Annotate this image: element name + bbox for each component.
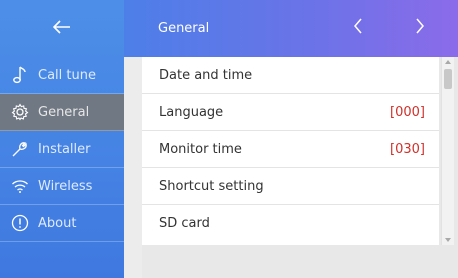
setting-label: SD card <box>159 216 210 231</box>
page-title: General <box>158 21 210 36</box>
setting-label: Language <box>159 104 224 120</box>
sidebar-item-label: Call tune <box>38 67 96 83</box>
setting-row-language[interactable]: Language [000] <box>142 94 439 131</box>
chevron-right-icon <box>414 17 426 39</box>
setting-label: Shortcut setting <box>159 178 264 194</box>
header-bar: General <box>124 0 458 57</box>
back-arrow-icon <box>52 19 71 38</box>
sidebar-item-label: Wireless <box>38 178 93 194</box>
setting-row-monitor-time[interactable]: Monitor time [030] <box>142 131 439 168</box>
sidebar-item-wireless[interactable]: Wireless <box>0 168 124 205</box>
setting-value: [000] <box>390 104 425 120</box>
back-button[interactable] <box>0 0 124 57</box>
scrollbar[interactable] <box>441 57 454 245</box>
gear-icon <box>10 102 30 122</box>
music-note-icon <box>10 65 30 85</box>
info-icon <box>10 213 30 233</box>
settings-panel: Date and time Language [000] Monitor tim… <box>142 57 458 278</box>
chevron-left-icon <box>352 17 364 39</box>
scroll-down-arrow-icon[interactable] <box>442 235 454 245</box>
setting-row-shortcut-setting[interactable]: Shortcut setting <box>142 168 439 205</box>
scroll-up-arrow-icon[interactable] <box>442 57 454 67</box>
prev-button[interactable] <box>346 16 370 40</box>
sidebar-item-call-tune[interactable]: Call tune <box>0 57 124 94</box>
sidebar-item-label: About <box>38 215 77 231</box>
next-button[interactable] <box>408 16 432 40</box>
sidebar-item-installer[interactable]: Installer <box>0 131 124 168</box>
sidebar-item-general[interactable]: General <box>0 94 124 131</box>
scrollbar-thumb[interactable] <box>444 69 452 89</box>
sidebar-menu: Call tune General Installer Wireless Abo… <box>0 57 124 242</box>
wifi-icon <box>10 176 30 196</box>
sidebar-item-label: General <box>38 104 90 120</box>
sidebar-item-about[interactable]: About <box>0 205 124 242</box>
sidebar-item-label: Installer <box>38 141 91 157</box>
setting-value: [030] <box>390 141 425 157</box>
setting-label: Monitor time <box>159 141 242 157</box>
setting-row-date-and-time[interactable]: Date and time <box>142 57 439 94</box>
sidebar: Call tune General Installer Wireless Abo… <box>0 0 124 278</box>
setting-row-sd-card[interactable]: SD card <box>142 205 439 242</box>
settings-list: Date and time Language [000] Monitor tim… <box>142 57 439 245</box>
wrench-icon <box>10 139 30 159</box>
setting-label: Date and time <box>159 67 253 83</box>
